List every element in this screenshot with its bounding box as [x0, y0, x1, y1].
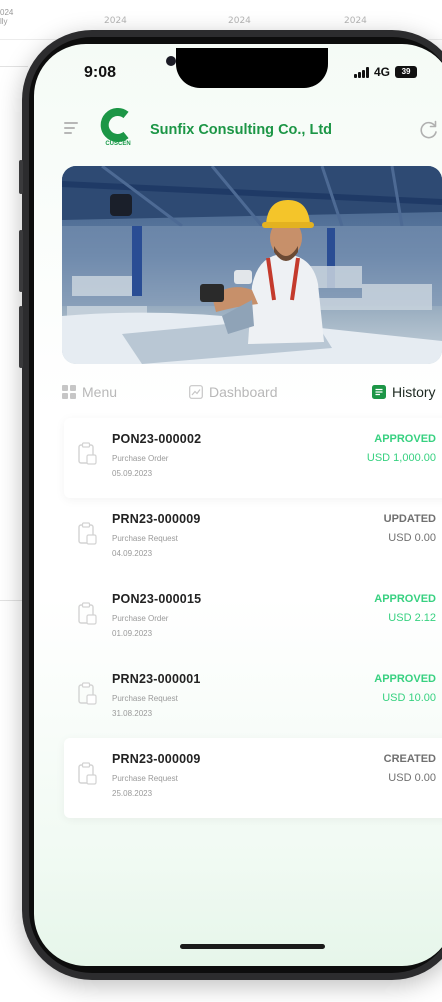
record-type: Purchase Order: [112, 614, 169, 623]
document-icon: [78, 442, 98, 466]
record-type: Purchase Request: [112, 694, 178, 703]
bottom-tabs: Menu Dashboard History: [34, 380, 442, 408]
tab-history[interactable]: History: [372, 384, 436, 400]
background-left-label: lly: [0, 17, 8, 26]
record-code: PRN23-000009: [112, 512, 201, 526]
history-list: PON23-000002 Purchase Order 05.09.2023 A…: [64, 418, 442, 818]
record-date: 05.09.2023: [112, 469, 153, 478]
refresh-icon[interactable]: [416, 117, 442, 143]
history-icon: [372, 385, 386, 399]
record-code: PON23-000015: [112, 592, 202, 606]
tab-dashboard[interactable]: Dashboard: [189, 384, 278, 400]
phone-action-button: [19, 160, 23, 194]
background-divider: [0, 66, 28, 67]
background-year-label: 2024: [104, 16, 127, 26]
dashboard-icon: [189, 385, 203, 399]
record-type: Purchase Order: [112, 454, 169, 463]
phone-volume-up-button: [19, 230, 23, 292]
record-date: 31.08.2023: [112, 709, 153, 718]
record-type: Purchase Request: [112, 534, 178, 543]
record-amount: USD 2.12: [388, 612, 436, 624]
record-date: 04.09.2023: [112, 549, 153, 558]
status-badge: APPROVED: [374, 433, 436, 445]
record-code: PON23-000002: [112, 432, 202, 446]
list-item[interactable]: PON23-000002 Purchase Order 05.09.2023 A…: [64, 418, 442, 498]
tab-history-label: History: [392, 384, 436, 400]
status-badge: APPROVED: [374, 593, 436, 605]
banner-image: [62, 166, 442, 364]
status-badge: UPDATED: [383, 513, 436, 525]
battery-icon: 39: [395, 66, 418, 78]
document-icon: [78, 682, 98, 706]
hamburger-icon[interactable]: [64, 122, 78, 134]
background-left-labels: 024 lly: [0, 8, 13, 26]
record-code: PRN23-000009: [112, 752, 201, 766]
list-item[interactable]: PRN23-000009 Purchase Request 25.08.2023…: [64, 738, 442, 818]
tab-dashboard-label: Dashboard: [209, 384, 278, 400]
list-item[interactable]: PRN23-000001 Purchase Request 31.08.2023…: [64, 658, 442, 738]
document-icon: [78, 602, 98, 626]
logo-text: CUSCEN: [105, 141, 131, 147]
record-amount: USD 0.00: [388, 772, 436, 784]
app-header: CUSCEN Sunfix Consulting Co., Ltd: [34, 100, 442, 160]
record-type: Purchase Request: [112, 774, 178, 783]
company-name: Sunfix Consulting Co., Ltd: [150, 122, 333, 138]
document-icon: [78, 762, 98, 786]
signal-icon: [354, 66, 369, 78]
list-item[interactable]: PON23-000015 Purchase Order 01.09.2023 A…: [64, 578, 442, 658]
company-logo: CUSCEN: [98, 108, 138, 152]
app-screen: 9:08 4G 39 CUSCEN Sunfix Consulting Co.,…: [34, 44, 442, 966]
status-badge: CREATED: [383, 753, 436, 765]
list-item[interactable]: PRN23-000009 Purchase Request 04.09.2023…: [64, 498, 442, 578]
status-indicators: 4G 39: [354, 65, 418, 79]
background-year-label: 2024: [344, 16, 367, 26]
home-indicator[interactable]: [180, 944, 325, 949]
network-type: 4G: [374, 65, 391, 79]
record-code: PRN23-000001: [112, 672, 201, 686]
document-icon: [78, 522, 98, 546]
grid-icon: [62, 385, 76, 399]
phone-volume-down-button: [19, 306, 23, 368]
tab-menu[interactable]: Menu: [62, 384, 117, 400]
record-amount: USD 0.00: [388, 532, 436, 544]
record-amount: USD 1,000.00: [366, 452, 436, 464]
record-amount: USD 10.00: [382, 692, 436, 704]
logo-mark-icon: [100, 108, 129, 142]
status-badge: APPROVED: [374, 673, 436, 685]
background-left-label: 024: [0, 8, 14, 17]
tab-menu-label: Menu: [82, 384, 118, 400]
status-time: 9:08: [84, 64, 117, 81]
record-date: 01.09.2023: [112, 629, 153, 638]
background-year-label: 2024: [228, 16, 251, 26]
dynamic-island: [176, 48, 328, 88]
record-date: 25.08.2023: [112, 789, 153, 798]
front-camera: [166, 56, 176, 66]
